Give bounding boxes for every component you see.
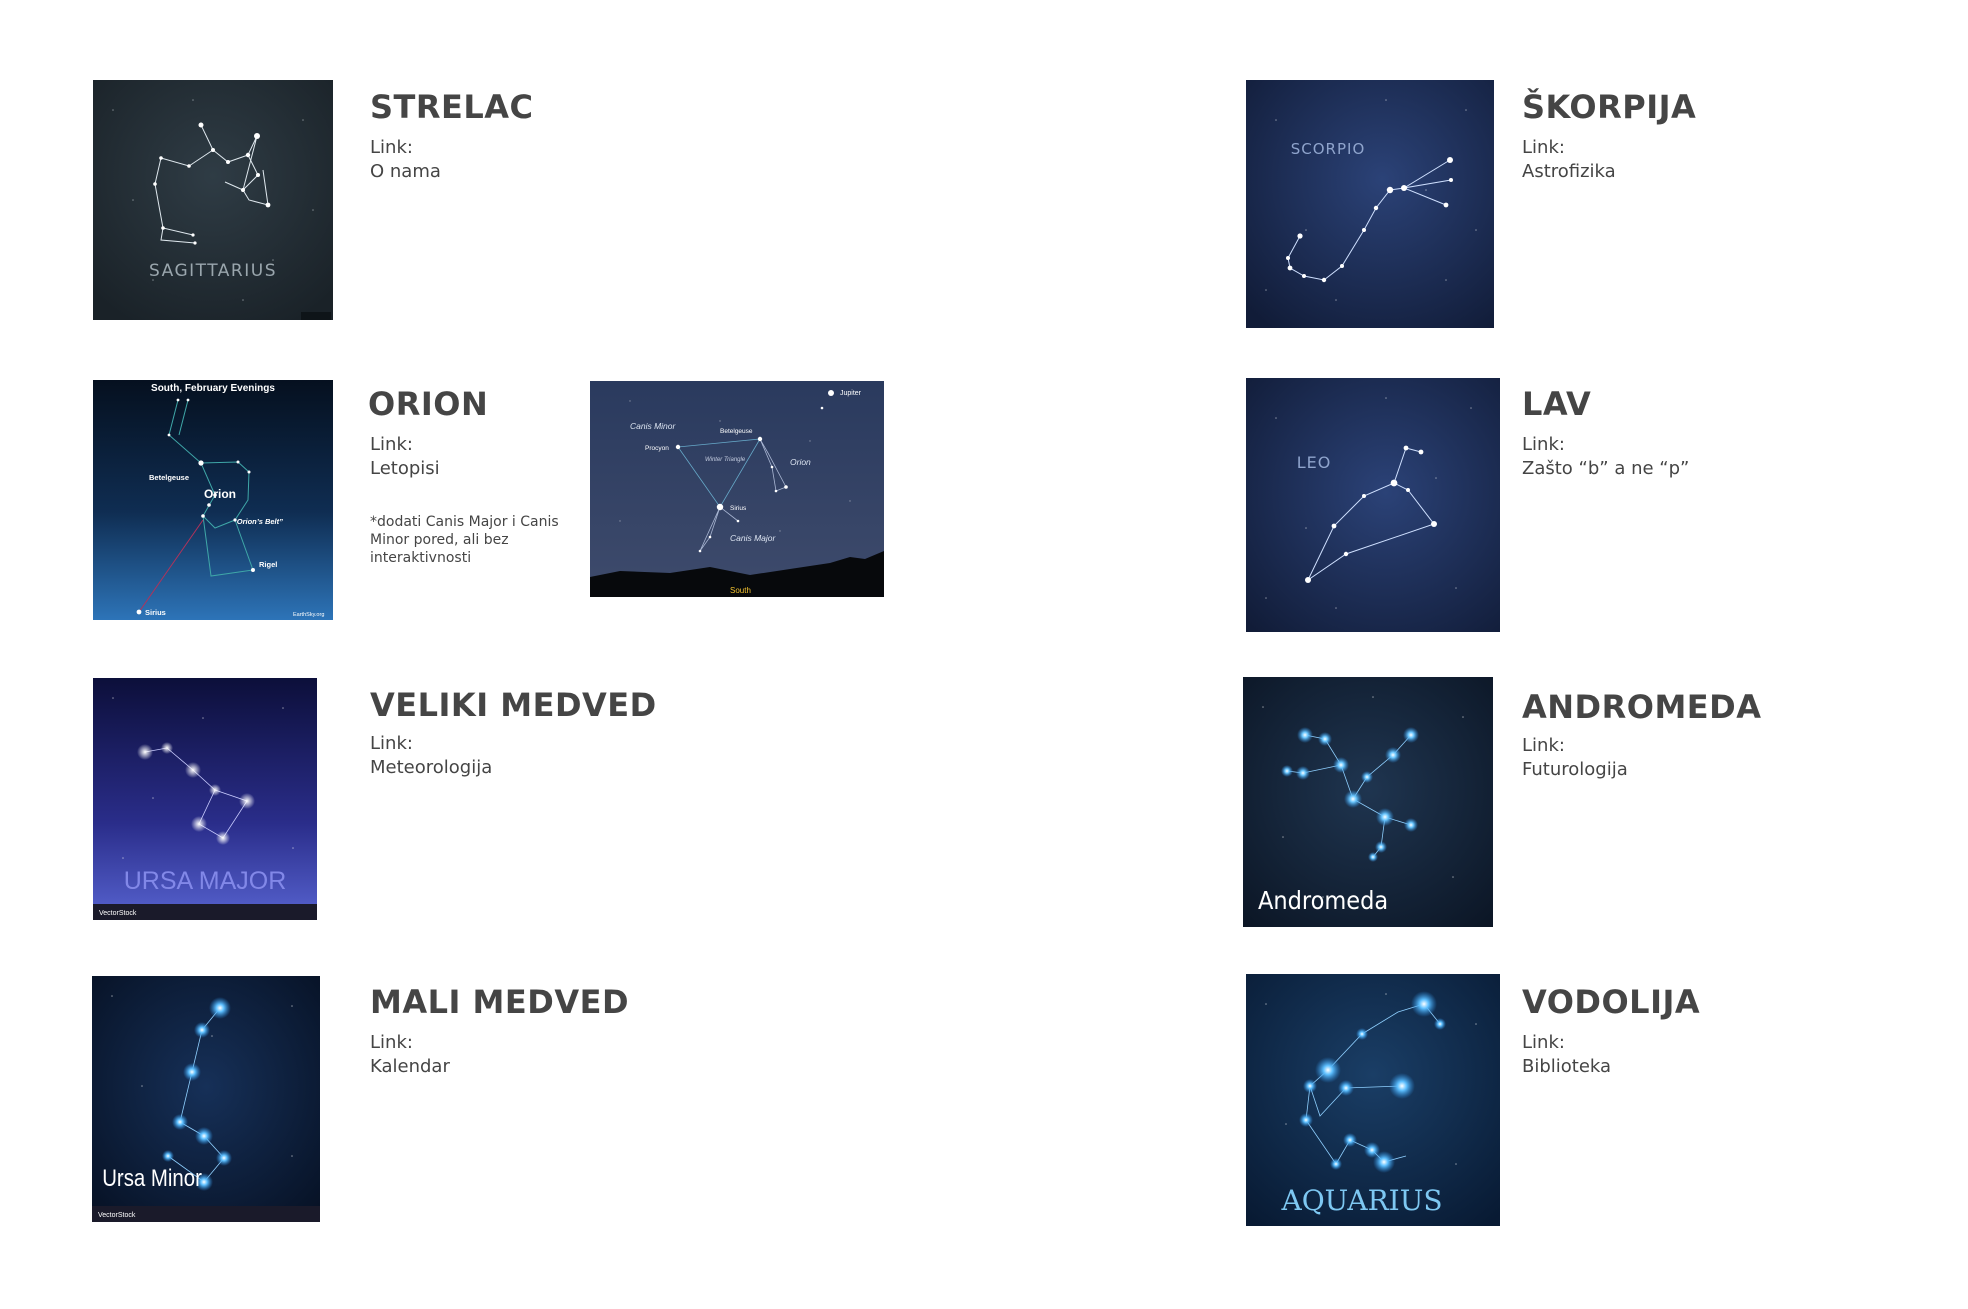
orion-name: Orion <box>204 487 236 501</box>
canis-sirius: Sirius <box>730 505 747 512</box>
mali-medved-link-label: Link: <box>370 1032 413 1053</box>
mali-medved-link[interactable]: Kalendar <box>370 1056 450 1077</box>
andromeda-image: Andromeda <box>1243 677 1493 927</box>
canis-orion: Orion <box>790 457 811 467</box>
orion-title: ORION <box>368 385 489 423</box>
ursa-minor-credit: VectorStock <box>98 1212 136 1219</box>
aquarius-image: AQUARIUS <box>1246 974 1500 1226</box>
skorpija-title: ŠKORPIJA <box>1522 88 1697 126</box>
skorpija-link-label: Link: <box>1522 137 1565 158</box>
lav-link-label: Link: <box>1522 434 1565 455</box>
andromeda-label: Andromeda <box>1258 886 1388 915</box>
orion-belt: “Orion’s Belt” <box>233 517 283 526</box>
orion-link-label: Link: <box>370 434 413 455</box>
orion-header: South, February Evenings <box>151 383 275 394</box>
veliki-medved-link-label: Link: <box>370 733 413 754</box>
canis-image: Jupiter Canis Minor Procyon Betelgeuse W… <box>590 381 884 597</box>
canis-jupiter: Jupiter <box>840 390 862 397</box>
lav-link[interactable]: Zašto “b” a ne “p” <box>1522 458 1689 479</box>
canis-major-label: Canis Major <box>730 533 777 543</box>
orion-note: *dodati Canis Major i Canis Minor pored,… <box>370 514 559 566</box>
vodolija-title: VODOLIJA <box>1522 983 1701 1021</box>
andromeda-link[interactable]: Futurologija <box>1522 759 1628 780</box>
canis-minor-label: Canis Minor <box>630 421 677 431</box>
ursa-minor-label: Ursa Minor <box>102 1164 202 1191</box>
sagittarius-label: SAGITTARIUS <box>149 261 277 281</box>
orion-credit: EarthSky.org <box>293 612 324 618</box>
vodolija-link[interactable]: Biblioteka <box>1522 1056 1611 1077</box>
sagittarius-image: SAGITTARIUS <box>93 80 333 320</box>
aquarius-label: AQUARIUS <box>1280 1184 1442 1217</box>
veliki-medved-link[interactable]: Meteorologija <box>370 757 492 778</box>
strelac-link[interactable]: O nama <box>370 161 441 182</box>
andromeda-title: ANDROMEDA <box>1522 688 1762 726</box>
orion-sirius: Sirius <box>145 608 166 617</box>
canis-winter-triangle: Winter Triangle <box>705 457 746 463</box>
canis-procyon: Procyon <box>645 445 669 452</box>
skorpija-link[interactable]: Astrofizika <box>1522 161 1616 182</box>
ursa-major-credit: VectorStock <box>99 910 137 917</box>
scorpio-label: SCORPIO <box>1291 140 1366 158</box>
scorpio-image: SCORPIO <box>1246 80 1494 328</box>
strelac-link-label: Link: <box>370 137 413 158</box>
orion-rigel: Rigel <box>259 560 277 569</box>
leo-image: LEO <box>1246 378 1500 632</box>
andromeda-link-label: Link: <box>1522 735 1565 756</box>
orion-betelgeuse: Betelgeuse <box>149 473 189 482</box>
veliki-medved-title: VELIKI MEDVED <box>370 686 657 724</box>
strelac-title: STRELAC <box>370 88 534 126</box>
lav-title: LAV <box>1522 385 1592 423</box>
ursa-major-image: URSA MAJOR VectorStock <box>93 678 317 920</box>
canis-south: South <box>730 586 751 595</box>
vodolija-link-label: Link: <box>1522 1032 1565 1053</box>
orion-link[interactable]: Letopisi <box>370 458 440 479</box>
ursa-major-label: URSA MAJOR <box>124 867 287 895</box>
canis-betelgeuse: Betelgeuse <box>720 428 753 435</box>
ursa-minor-image: Ursa Minor VectorStock <box>92 976 320 1222</box>
mali-medved-title: MALI MEDVED <box>370 983 629 1021</box>
orion-image: South, February Evenings Betelgeuse Orio… <box>93 380 333 620</box>
leo-label: LEO <box>1297 453 1332 472</box>
